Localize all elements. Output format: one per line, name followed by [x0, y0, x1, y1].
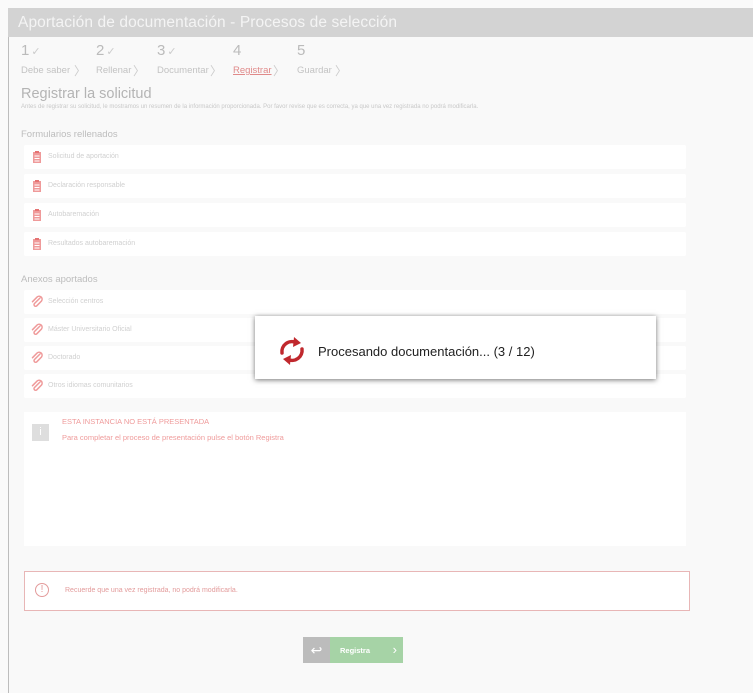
- chevron-right-icon: 〉: [273, 64, 286, 78]
- annex-label: Máster Universitario Oficial: [48, 326, 132, 333]
- processing-text: Procesando documentación... (3 / 12): [318, 344, 535, 359]
- step-3-label[interactable]: Documentar: [157, 65, 209, 76]
- register-button[interactable]: Registra ›: [330, 637, 403, 663]
- form-document-icon: [33, 180, 41, 192]
- chevron-right-icon: ›: [392, 642, 397, 657]
- step-1-number: 1 ✓: [21, 42, 41, 59]
- status-instruction: Para completar el proceso de presentació…: [62, 433, 284, 442]
- undo-arrow-icon: ↩: [310, 642, 323, 658]
- form-label: Solicitud de aportación: [48, 153, 119, 160]
- chevron-right-icon: 〉: [210, 64, 223, 78]
- window-title: Aportación de documentación - Procesos d…: [18, 14, 398, 31]
- back-button[interactable]: ↩: [303, 637, 330, 663]
- intro-text: Antes de registrar su solicitud, le most…: [21, 104, 479, 110]
- step-2-label[interactable]: Rellenar: [96, 65, 131, 76]
- paperclip-icon: [31, 379, 43, 391]
- step-4-label[interactable]: Registrar: [233, 65, 272, 76]
- form-document-icon: [33, 151, 41, 163]
- form-document-icon: [33, 209, 41, 221]
- paperclip-icon: [31, 351, 43, 363]
- step-2-number: 2 ✓: [96, 42, 116, 59]
- step-3-number: 3 ✓: [157, 42, 177, 59]
- step-5-number: 5: [297, 42, 306, 59]
- step-1-label[interactable]: Debe saber: [21, 65, 70, 76]
- check-icon: ✓: [167, 46, 177, 58]
- forms-heading: Formularios rellenados: [21, 129, 118, 140]
- title-bar: Aportación de documentación - Procesos d…: [8, 8, 753, 37]
- paperclip-icon: [31, 323, 43, 335]
- warning-box: ! Recuerde que una vez registrada, no po…: [24, 571, 690, 611]
- check-icon: ✓: [106, 46, 116, 58]
- step-4-number: 4: [233, 42, 242, 59]
- annex-label: Selección centros: [48, 298, 104, 305]
- chevron-right-icon: 〉: [335, 64, 348, 78]
- chevron-right-icon: 〉: [74, 64, 87, 78]
- check-icon: ✓: [31, 46, 41, 58]
- form-document-icon: [33, 238, 41, 250]
- chevron-right-icon: 〉: [133, 64, 146, 78]
- annexes-heading: Anexos aportados: [21, 274, 98, 285]
- page-heading: Registrar la solicitud: [21, 86, 152, 102]
- alert-circle-icon: !: [35, 583, 49, 597]
- form-row-resultados[interactable]: Resultados autobaremación: [24, 232, 686, 256]
- annex-label: Doctorado: [48, 354, 81, 361]
- paperclip-icon: [31, 295, 43, 307]
- form-row-solicitud[interactable]: Solicitud de aportación: [24, 145, 686, 169]
- status-title: ESTA INSTANCIA NO ESTÁ PRESENTADA: [62, 417, 210, 426]
- form-label: Declaración responsable: [48, 182, 126, 189]
- status-info-box: i ESTA INSTANCIA NO ESTÁ PRESENTADA Para…: [24, 412, 686, 546]
- annex-row-seleccion[interactable]: Selección centros: [24, 290, 686, 314]
- warning-text: Recuerde que una vez registrada, no podr…: [65, 587, 238, 594]
- form-row-declaracion[interactable]: Declaración responsable: [24, 174, 686, 198]
- info-icon: i: [32, 424, 49, 441]
- form-label: Resultados autobaremación: [48, 240, 136, 247]
- form-row-autobaremacion[interactable]: Autobaremación: [24, 203, 686, 227]
- processing-modal: Procesando documentación... (3 / 12): [255, 316, 656, 379]
- register-button-label: Registra: [340, 646, 371, 655]
- refresh-spinner-icon: [280, 337, 304, 365]
- annex-label: Otros idiomas comunitarios: [48, 382, 133, 389]
- form-label: Autobaremación: [48, 211, 99, 218]
- step-5-label[interactable]: Guardar: [297, 65, 332, 76]
